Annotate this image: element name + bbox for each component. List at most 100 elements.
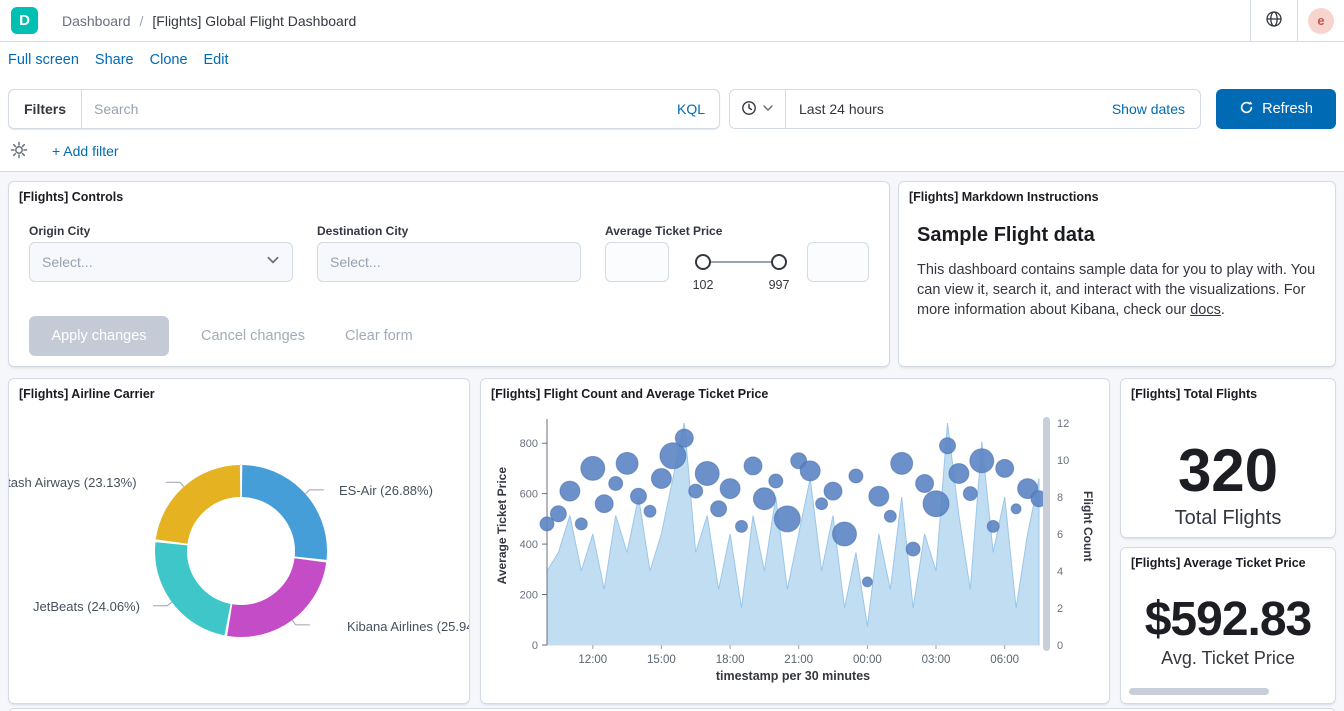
breadcrumb-separator: / [140,13,144,29]
panel-markdown-instructions: [Flights] Markdown Instructions Sample F… [898,181,1336,367]
svg-text:200: 200 [520,590,538,602]
svg-text:00:00: 00:00 [853,654,882,666]
markdown-body: This dashboard contains sample data for … [917,260,1323,320]
user-menu-button[interactable]: e [1298,0,1344,42]
panel-title: [Flights] Airline Carrier [19,387,155,401]
average-ticket-price-value: $592.83 [1121,596,1335,644]
edit-link[interactable]: Edit [204,52,229,68]
panel-title: [Flights] Total Flights [1131,387,1257,401]
chevron-down-icon [762,102,774,117]
destination-city-select[interactable]: Select... [317,242,581,282]
breadcrumb-dashboard[interactable]: Dashboard [62,13,131,29]
clone-link[interactable]: Clone [150,52,188,68]
markdown-text: This dashboard contains sample data for … [917,262,1315,318]
globe-icon [1265,10,1283,31]
top-header: D Dashboard / [Flights] Global Flight Da… [0,0,1344,42]
flight-chart-svg: 020040060080002468101212:0015:0018:0021:… [491,409,1101,671]
total-flights-label: Total Flights [1121,507,1335,530]
dashboard-grid: [Flights] Controls Origin City Select...… [0,171,1344,711]
apply-changes-button[interactable]: Apply changes [29,316,169,356]
airline-donut-svg [9,379,470,704]
destination-city-label: Destination City [317,224,408,238]
time-range-value[interactable]: Last 24 hours [786,101,897,117]
ticket-price-label: Average Ticket Price [605,224,722,238]
breadcrumb: Dashboard / [Flights] Global Flight Dash… [62,13,356,29]
origin-city-label: Origin City [29,224,90,238]
svg-text:400: 400 [520,539,538,551]
docs-link[interactable]: docs [1190,302,1221,318]
price-max-input[interactable] [807,242,869,282]
origin-city-placeholder: Select... [42,254,266,270]
cancel-changes-button[interactable]: Cancel changes [201,316,305,356]
horizontal-scrollbar[interactable] [1129,688,1269,695]
svg-text:4: 4 [1057,566,1063,578]
panel-title: [Flights] Flight Count and Average Ticke… [491,387,768,401]
right-axis-title: Flight Count [1081,491,1095,562]
svg-text:06:00: 06:00 [990,654,1019,666]
search-input[interactable] [82,101,663,117]
donut-label-jetbeats: JetBeats (24.06%) [33,599,140,614]
svg-text:6: 6 [1057,529,1063,541]
kql-button[interactable]: KQL [663,101,719,117]
slider-min-value: 102 [689,278,717,292]
time-picker: Last 24 hours Show dates [729,89,1201,129]
svg-text:8: 8 [1057,492,1063,504]
slider-max-thumb[interactable] [771,254,787,270]
clock-icon [741,100,757,119]
svg-text:10: 10 [1057,455,1069,467]
slider-min-thumb[interactable] [695,254,711,270]
markdown-text-end: . [1221,302,1225,318]
show-dates-link[interactable]: Show dates [1112,101,1200,117]
refresh-button[interactable]: Refresh [1216,89,1336,129]
left-axis-title: Average Ticket Price [495,467,509,584]
svg-text:03:00: 03:00 [922,654,951,666]
panel-title: [Flights] Controls [19,190,123,204]
quick-time-menu-button[interactable] [730,90,786,128]
destination-city-placeholder: Select... [330,254,568,270]
donut-label-kibana-airlines: Kibana Airlines (25.94%) [347,619,470,634]
filter-actions-row: + Add filter [10,140,119,162]
panel-title: [Flights] Average Ticket Price [1131,556,1306,570]
markdown-heading: Sample Flight data [917,224,1095,247]
svg-text:18:00: 18:00 [716,654,745,666]
refresh-icon [1239,100,1254,119]
svg-text:15:00: 15:00 [647,654,676,666]
total-flights-value: 320 [1121,441,1335,501]
kibana-logo[interactable]: D [11,7,38,34]
svg-text:12:00: 12:00 [578,654,607,666]
svg-text:21:00: 21:00 [784,654,813,666]
page-title: [Flights] Global Flight Dashboard [152,13,356,29]
filter-settings-button[interactable] [10,141,28,162]
vertical-scrollbar[interactable] [1043,417,1050,651]
refresh-button-label: Refresh [1262,101,1313,117]
share-link[interactable]: Share [95,52,134,68]
svg-text:800: 800 [520,438,538,450]
donut-label-logstash-airways: Logstash Airways (23.13%) [8,475,137,490]
panel-flight-count-chart: [Flights] Flight Count and Average Ticke… [480,378,1110,704]
query-bar: Filters KQL [8,89,720,129]
add-filter-link[interactable]: + Add filter [52,143,119,159]
panel-average-ticket-price: [Flights] Average Ticket Price $592.83 A… [1120,547,1336,704]
avatar: e [1308,8,1334,34]
x-axis-title: timestamp per 30 minutes [547,669,1039,683]
chevron-down-icon [266,253,280,272]
clear-form-button[interactable]: Clear form [345,316,413,356]
donut-label-es-air: ES-Air (26.88%) [339,483,433,498]
panel-total-flights: [Flights] Total Flights 320 Total Flight… [1120,378,1336,538]
average-ticket-price-label: Avg. Ticket Price [1121,648,1335,669]
panel-title: [Flights] Markdown Instructions [909,190,1099,204]
price-range-slider: 102 997 [687,242,795,298]
help-globe-button[interactable] [1251,0,1297,42]
dashboard-toolbar: Full screen Share Clone Edit [0,42,1344,78]
svg-text:0: 0 [532,640,538,652]
slider-track [703,261,779,263]
full-screen-link[interactable]: Full screen [8,52,79,68]
slider-max-value: 997 [765,278,793,292]
svg-text:0: 0 [1057,640,1063,652]
svg-text:12: 12 [1057,418,1069,430]
gear-icon [10,141,28,162]
filters-toggle[interactable]: Filters [9,101,81,117]
price-min-input[interactable] [605,242,669,282]
svg-text:2: 2 [1057,603,1063,615]
origin-city-select[interactable]: Select... [29,242,293,282]
